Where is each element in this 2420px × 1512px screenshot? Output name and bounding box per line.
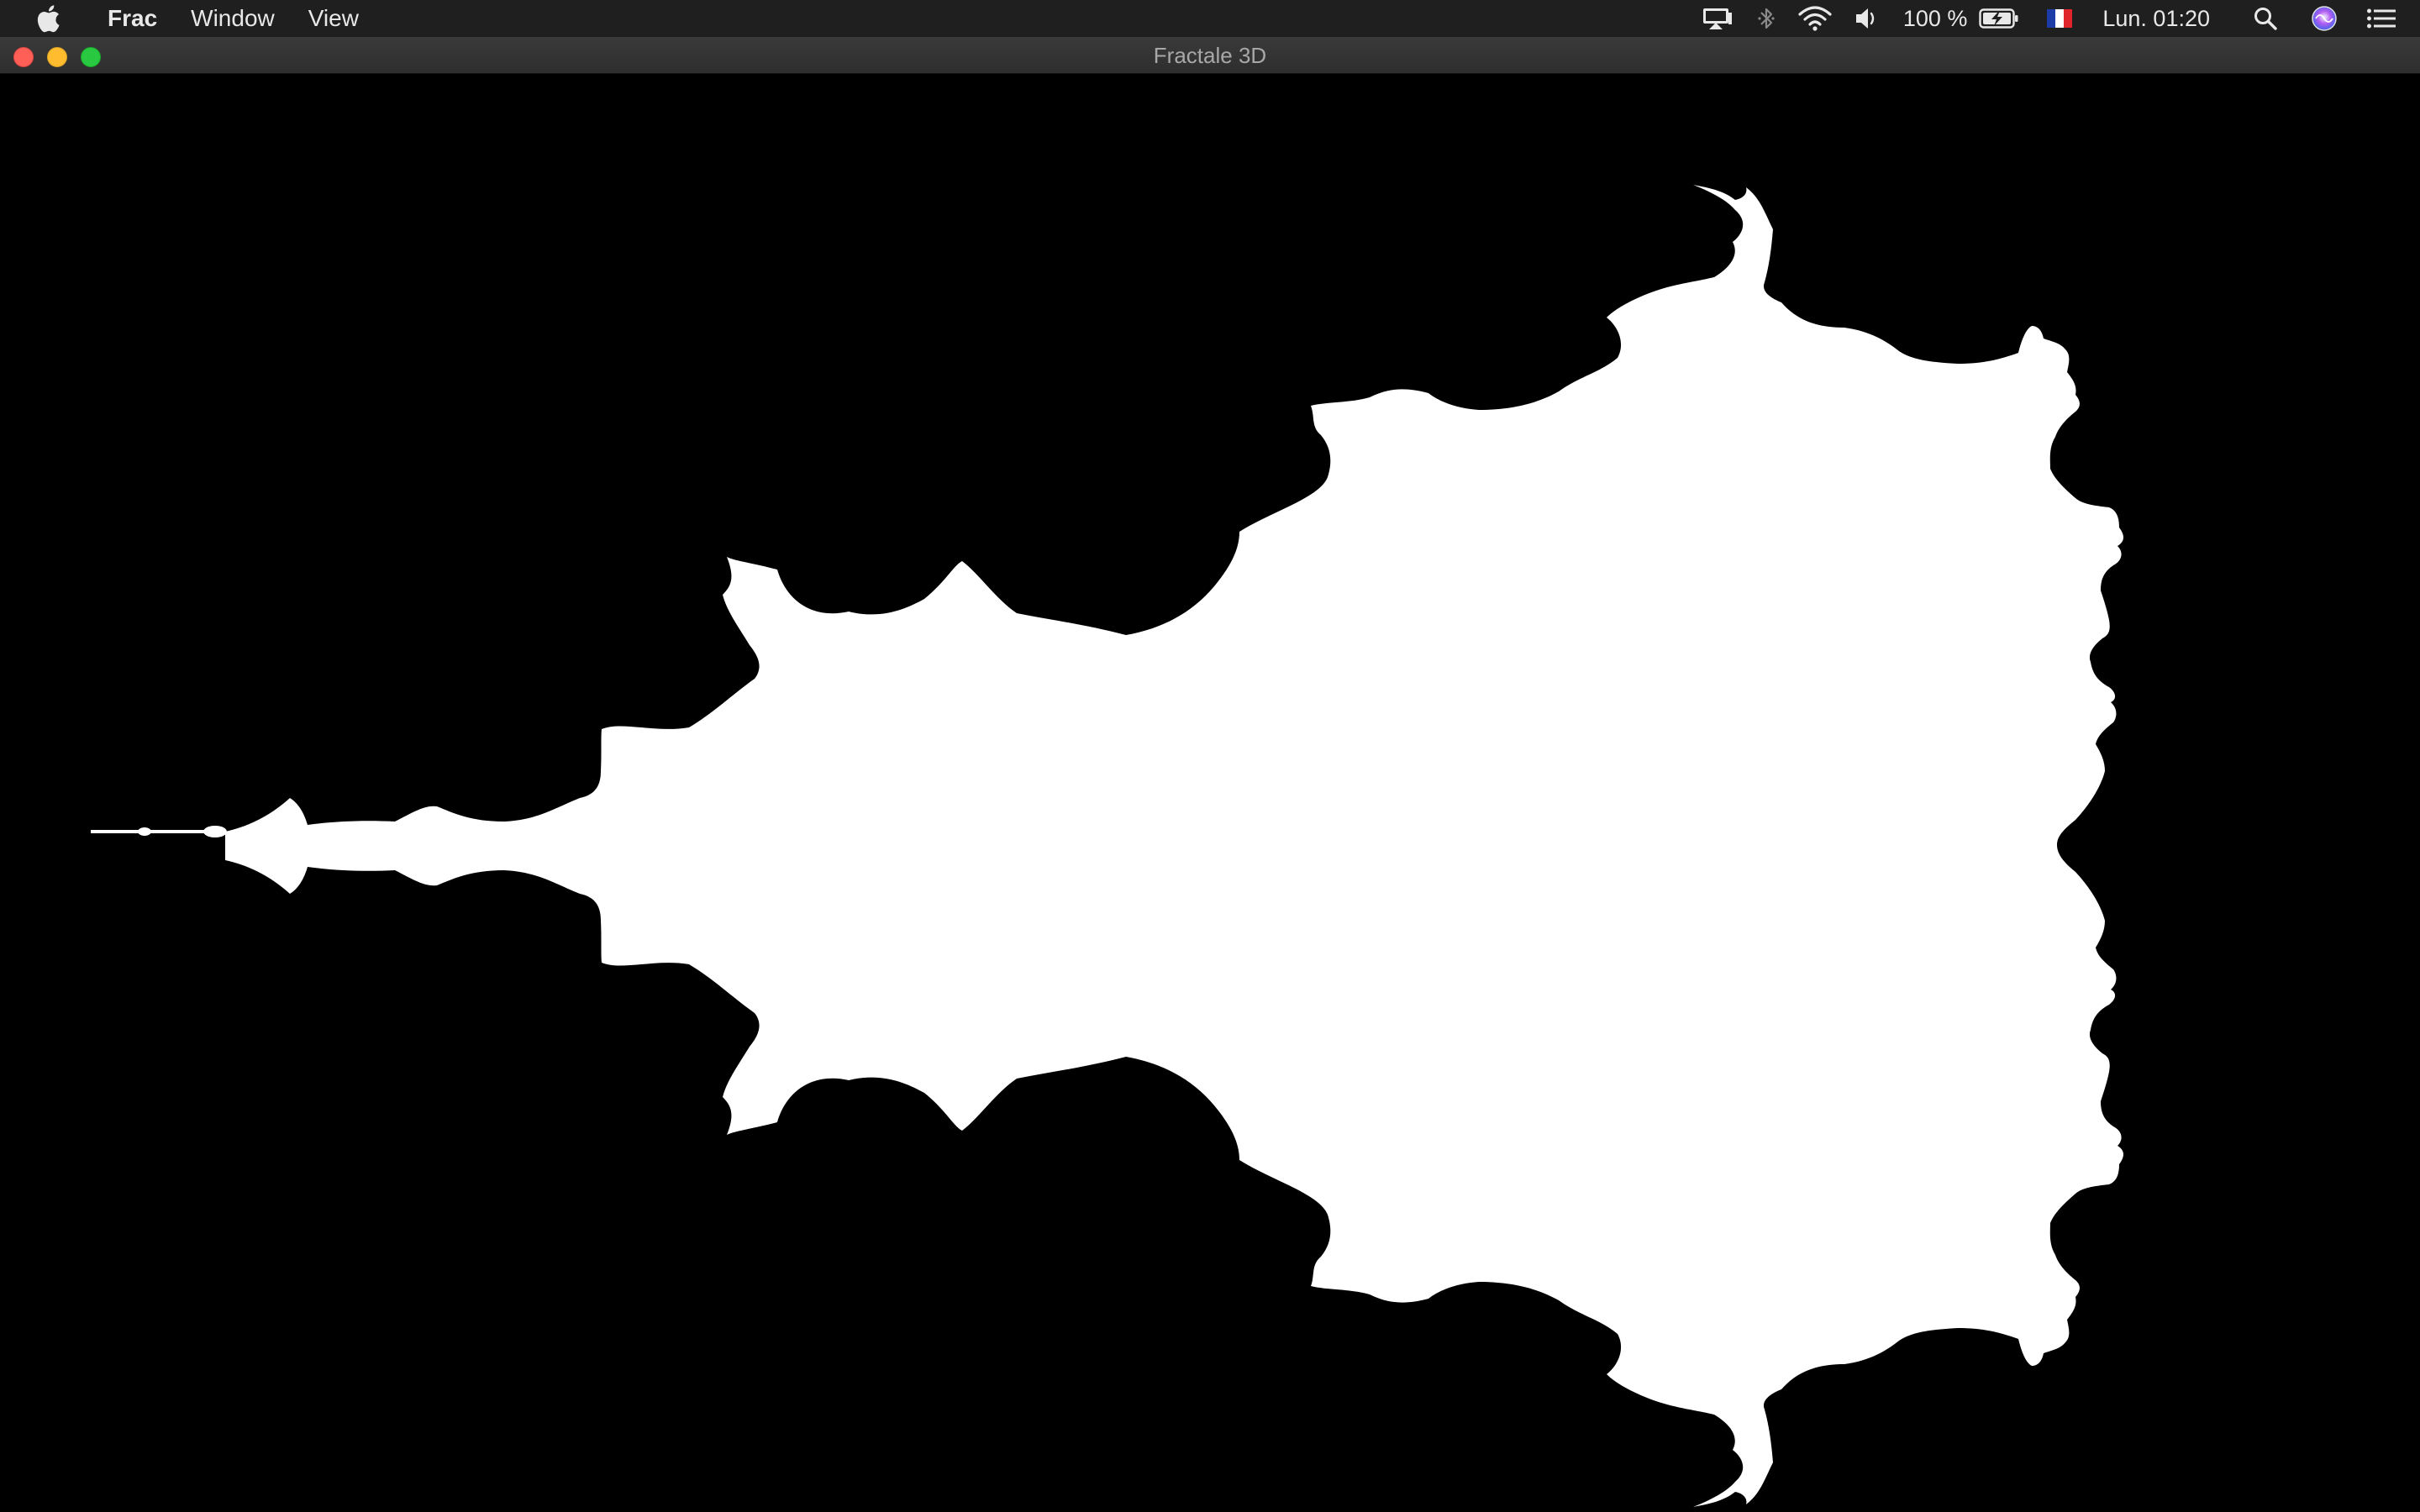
wifi-icon[interactable] <box>1787 0 1843 37</box>
menu-bar: Frac Window View 100 % Lun. 01:20 <box>0 0 2420 37</box>
apple-menu-icon[interactable] <box>34 4 62 33</box>
window-titlebar[interactable]: Fractale 3D <box>0 37 2420 74</box>
mandelbrot-render <box>0 74 2420 1512</box>
menu-clock[interactable]: Lun. 01:20 <box>2089 0 2235 37</box>
french-flag-icon[interactable] <box>2030 0 2089 37</box>
notification-center-icon[interactable] <box>2353 0 2420 37</box>
menu-window[interactable]: Window <box>174 0 292 37</box>
volume-icon[interactable] <box>1843 0 1891 37</box>
spotlight-search-icon[interactable] <box>2235 0 2296 37</box>
bluetooth-icon[interactable] <box>1745 0 1787 37</box>
menu-app-name[interactable]: Frac <box>91 0 174 37</box>
siri-icon[interactable] <box>2296 0 2353 37</box>
fractal-canvas[interactable] <box>0 74 2420 1512</box>
window-title: Fractale 3D <box>1153 43 1267 68</box>
fractal-window: Fractale 3D <box>0 37 2420 1512</box>
menu-view[interactable]: View <box>292 0 376 37</box>
battery-percentage[interactable]: 100 % <box>1891 0 1980 37</box>
battery-charging-icon[interactable] <box>1979 0 2030 37</box>
airplay-icon[interactable] <box>1690 0 1745 37</box>
